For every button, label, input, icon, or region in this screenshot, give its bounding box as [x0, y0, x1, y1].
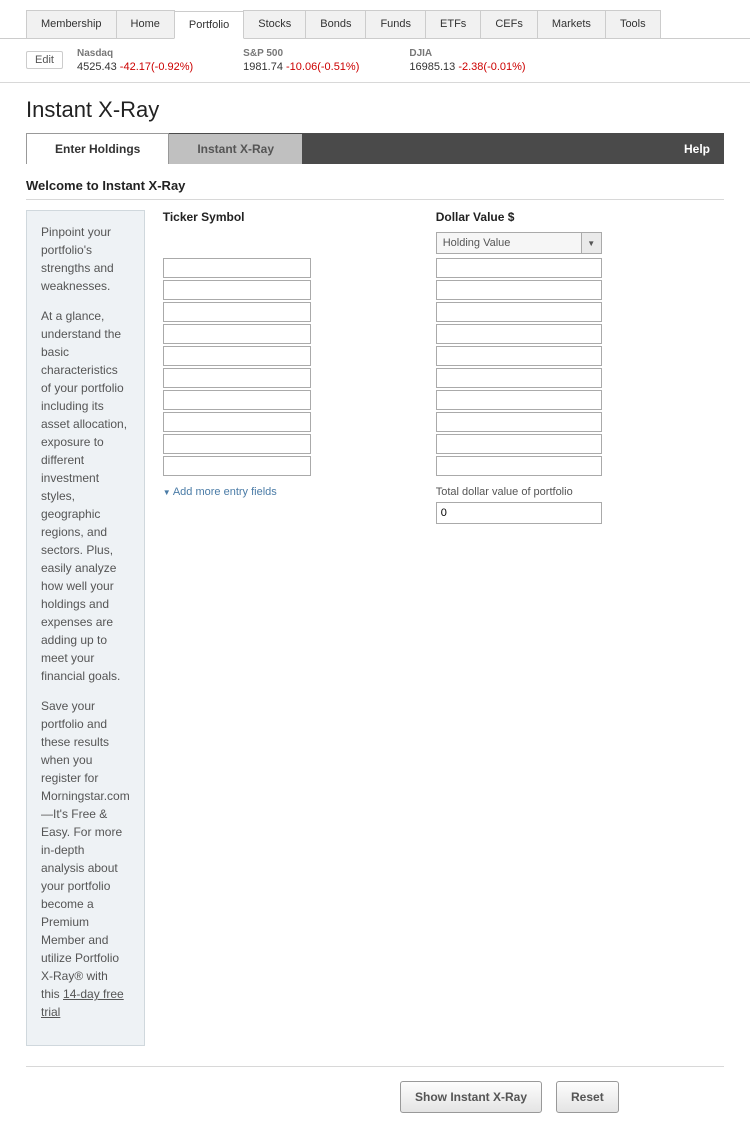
button-row: Show Instant X-Ray Reset — [0, 1081, 750, 1129]
ticker-header: Ticker Symbol — [163, 210, 420, 226]
ticker-input[interactable] — [163, 434, 311, 454]
dollar-input[interactable] — [436, 412, 602, 432]
dollar-input[interactable] — [436, 368, 602, 388]
ticker-name: Nasdaq — [77, 47, 193, 60]
dollar-inputs — [436, 258, 724, 478]
dollar-input[interactable] — [436, 456, 602, 476]
dollar-input[interactable] — [436, 302, 602, 322]
nav-tab-home[interactable]: Home — [116, 10, 175, 38]
ticker-value: 16985.13 — [409, 61, 455, 73]
ticker-input[interactable] — [163, 346, 311, 366]
ticker-inputs — [163, 258, 420, 478]
intro-p2: At a glance, understand the basic charac… — [41, 307, 130, 685]
ticker-change: -42.17(-0.92%) — [120, 61, 193, 73]
help-link[interactable]: Help — [684, 142, 724, 156]
dollar-input[interactable] — [436, 434, 602, 454]
entry-columns: Ticker Symbol Add more entry fields Doll… — [163, 210, 724, 1046]
nav-tab-portfolio[interactable]: Portfolio — [174, 11, 244, 39]
reset-button[interactable]: Reset — [556, 1081, 619, 1113]
welcome-header: Welcome to Instant X-Ray — [0, 164, 750, 199]
nav-tab-cefs[interactable]: CEFs — [480, 10, 538, 38]
nav-tab-markets[interactable]: Markets — [537, 10, 606, 38]
add-more-fields-link[interactable]: Add more entry fields — [163, 486, 420, 498]
ticker-value: 4525.43 — [77, 61, 117, 73]
ticker-input[interactable] — [163, 456, 311, 476]
show-xray-button[interactable]: Show Instant X-Ray — [400, 1081, 542, 1113]
nav-tab-stocks[interactable]: Stocks — [243, 10, 306, 38]
ticker-input[interactable] — [163, 390, 311, 410]
dollar-input[interactable] — [436, 324, 602, 344]
divider — [26, 199, 724, 200]
total-value-input[interactable] — [436, 502, 602, 524]
nav-tab-membership[interactable]: Membership — [26, 10, 117, 38]
chevron-down-icon: ▼ — [582, 232, 602, 254]
dollar-column: Dollar Value $ Holding Value ▼ Total dol… — [436, 210, 724, 1046]
page-title: Instant X-Ray — [0, 83, 750, 133]
intro-box: Pinpoint your portfolio's strengths and … — [26, 210, 145, 1046]
ticker-input[interactable] — [163, 280, 311, 300]
ticker-item: Nasdaq4525.43 -42.17(-0.92%) — [77, 47, 193, 74]
ticker-input[interactable] — [163, 258, 311, 278]
holding-value-select[interactable]: Holding Value ▼ — [436, 232, 724, 254]
tab-instant-xray[interactable]: Instant X-Ray — [169, 134, 302, 164]
tickers-container: Nasdaq4525.43 -42.17(-0.92%) S&P 5001981.… — [77, 47, 526, 74]
nav-tab-funds[interactable]: Funds — [365, 10, 426, 38]
ticker-input[interactable] — [163, 412, 311, 432]
ticker-name: S&P 500 — [243, 47, 359, 60]
dollar-input[interactable] — [436, 258, 602, 278]
ticker-value: 1981.74 — [243, 61, 283, 73]
intro-p3: Save your portfolio and these results wh… — [41, 697, 130, 1021]
tab-enter-holdings[interactable]: Enter Holdings — [26, 133, 169, 164]
nav-tab-bonds[interactable]: Bonds — [305, 10, 366, 38]
dollar-input[interactable] — [436, 390, 602, 410]
content-row: Pinpoint your portfolio's strengths and … — [0, 210, 750, 1058]
ticker-column: Ticker Symbol Add more entry fields — [163, 210, 420, 1046]
nav-tab-etfs[interactable]: ETFs — [425, 10, 481, 38]
nav-tab-tools[interactable]: Tools — [605, 10, 661, 38]
ticker-name: DJIA — [409, 47, 525, 60]
ticker-change: -10.06(-0.51%) — [286, 61, 359, 73]
ticker-item: S&P 5001981.74 -10.06(-0.51%) — [243, 47, 359, 74]
ticker-input[interactable] — [163, 368, 311, 388]
intro-p1: Pinpoint your portfolio's strengths and … — [41, 223, 130, 295]
ticker-item: DJIA16985.13 -2.38(-0.01%) — [409, 47, 525, 74]
section-tabs: Enter Holdings Instant X-Ray Help — [26, 133, 724, 164]
ticker-change: -2.38(-0.01%) — [458, 61, 525, 73]
ticker-bar: Edit Nasdaq4525.43 -42.17(-0.92%) S&P 500… — [0, 39, 750, 83]
dollar-input[interactable] — [436, 346, 602, 366]
divider — [26, 1066, 724, 1067]
edit-tickers-button[interactable]: Edit — [26, 51, 63, 69]
dollar-input[interactable] — [436, 280, 602, 300]
total-label: Total dollar value of portfolio — [436, 486, 724, 498]
dollar-header: Dollar Value $ — [436, 210, 724, 226]
ticker-input[interactable] — [163, 324, 311, 344]
main-nav-tabs: MembershipHomePortfolioStocksBondsFundsE… — [0, 0, 750, 39]
ticker-input[interactable] — [163, 302, 311, 322]
